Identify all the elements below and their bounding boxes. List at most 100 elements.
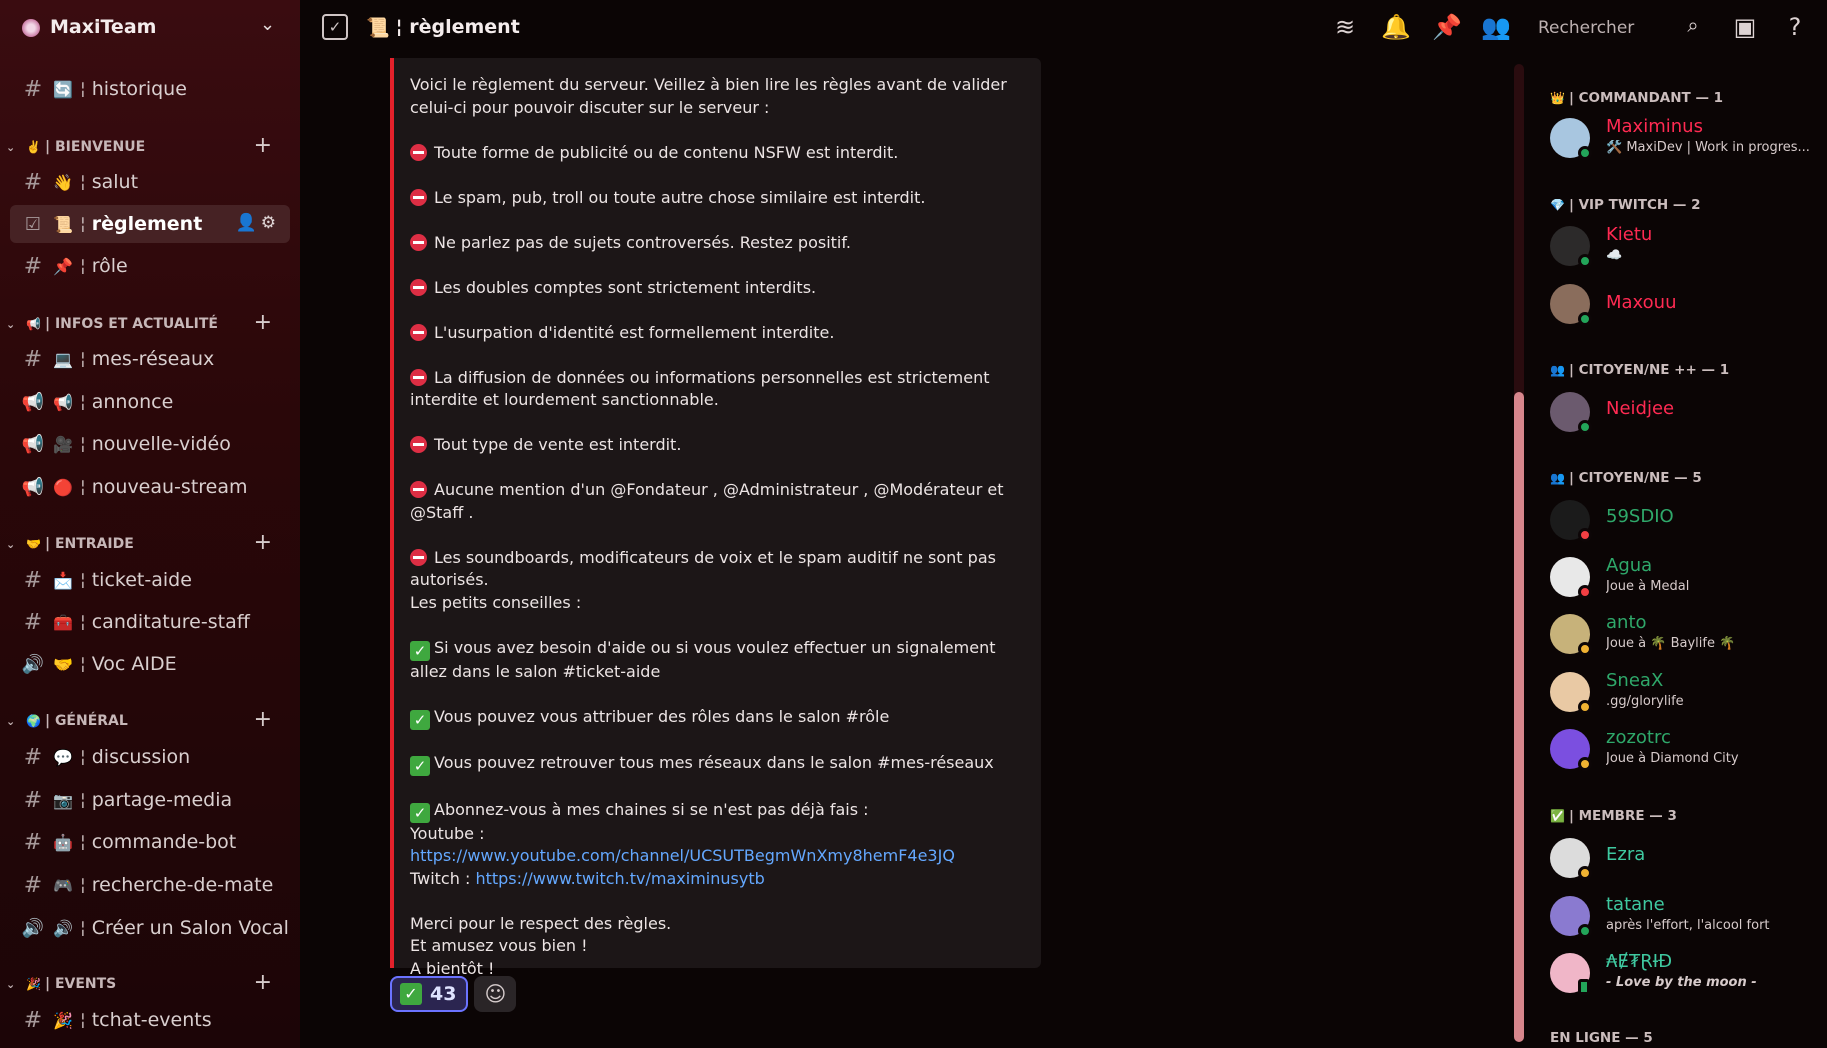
member-item[interactable]: zozotrc Joue à Diamond City <box>1550 725 1820 771</box>
chevron-down-icon: ⌄ <box>6 977 16 991</box>
member-item[interactable]: Neidjee <box>1550 388 1820 434</box>
channel-ticket-aide[interactable]: # 📩 ¦ ticket-aide <box>10 561 290 599</box>
threads-icon[interactable]: ≋ <box>1330 13 1360 41</box>
status-idle-icon <box>1578 757 1592 771</box>
add-channel-icon[interactable]: + <box>254 530 272 555</box>
reactions-bar: ✓ 43 ☺ <box>390 976 517 1012</box>
role-header: 👥 | CITOYEN/NE — 5 <box>1550 470 1702 486</box>
channel-nouveau-stream[interactable]: 📢 🔴 ¦ nouveau-stream <box>10 468 290 506</box>
channel-role[interactable]: # 📌 ¦ rôle <box>10 247 290 285</box>
megaphone-icon: 📢 <box>21 476 45 498</box>
rule-item: Aucune mention d'un @Fondateur , @Admini… <box>410 480 1004 522</box>
member-item[interactable]: Maximinus 🛠️ MaxiDev | Work in progres..… <box>1550 114 1820 160</box>
channel-tchat-events[interactable]: # 🎉 ¦ tchat-events <box>10 1001 290 1039</box>
channel-recherche-de-mate[interactable]: # 🎮 ¦ recherche-de-mate <box>10 866 290 904</box>
category-entraide[interactable]: ⌄ 🤝 | ENTRAIDE + <box>6 530 290 556</box>
channel-reglement[interactable]: ☑ 📜 ¦ règlement 👤⚙ <box>10 205 290 243</box>
chevron-down-icon: ⌄ <box>6 714 16 728</box>
channel-partage-media[interactable]: # 📷 ¦ partage-media <box>10 781 290 819</box>
rule-item: L'usurpation d'identité est formellement… <box>410 322 1030 345</box>
category-infos[interactable]: ⌄ 📢 | INFOS ET ACTUALITÉ + <box>6 310 290 336</box>
check-icon: ✓ <box>410 802 430 823</box>
message-outro: Merci pour le respect des règles. Et amu… <box>410 913 672 978</box>
status-online-icon <box>1578 254 1592 268</box>
megaphone-icon: 📢 <box>21 433 45 455</box>
search-icon[interactable]: ⌕ <box>1678 13 1708 37</box>
category-bienvenue[interactable]: ⌄ ✌️ | BIENVENUE + <box>6 133 290 159</box>
twitch-link[interactable]: https://www.twitch.tv/maximinusytb <box>475 869 764 888</box>
chevron-down-icon: ⌄ <box>6 140 16 154</box>
channel-historique[interactable]: # 🔄 ¦ historique <box>10 70 290 108</box>
member-list: 👑 | COMMANDANT — 1 Maximinus 🛠️ MaxiDev |… <box>1538 56 1827 1048</box>
channel-mes-reseaux[interactable]: # 💻 ¦ mes-réseaux <box>10 340 290 378</box>
add-reaction-button[interactable]: ☺ <box>474 976 517 1012</box>
rule-item: Tout type de vente est interdit. <box>410 434 1030 457</box>
member-item[interactable]: 59SDIO <box>1550 496 1820 542</box>
check-icon: ✓ <box>400 983 422 1005</box>
channel-voc-aide[interactable]: 🔊 🤝 ¦ Voc AIDE <box>10 645 290 683</box>
server-header[interactable]: MaxiTeam ⌄ <box>0 0 300 56</box>
channel-commande-bot[interactable]: # 🤖 ¦ commande-bot <box>10 823 290 861</box>
chevron-down-icon: ⌄ <box>6 317 16 331</box>
member-list-icon[interactable]: 👥 <box>1481 13 1511 41</box>
channel-salut[interactable]: # 👋 ¦ salut <box>10 163 290 201</box>
rule-item: Le spam, pub, troll ou toute autre chose… <box>410 187 1030 210</box>
hash-icon: # <box>23 787 43 813</box>
channel-label: historique <box>91 78 187 100</box>
tip-item: ✓ Si vous avez besoin d'aide ou si vous v… <box>410 637 996 681</box>
chevron-down-icon[interactable]: ⌄ <box>260 14 275 35</box>
check-reaction[interactable]: ✓ 43 <box>390 976 469 1012</box>
pin-icon[interactable]: 📌 <box>1432 13 1462 41</box>
member-item[interactable]: Agua Joue à Medal <box>1550 553 1820 599</box>
add-channel-icon[interactable]: + <box>254 133 272 158</box>
message-intro: Voici le règlement du serveur. Veillez à… <box>410 75 1007 117</box>
channel-sidebar: MaxiTeam ⌄ # 🔄 ¦ historique ⌄ ✌️ | BIENV… <box>0 0 300 1048</box>
channel-discussion[interactable]: # 💬 ¦ discussion <box>10 738 290 776</box>
rule-item: Les doubles comptes sont strictement int… <box>410 277 1030 300</box>
channel-canditature-staff[interactable]: # 🧰 ¦ canditature-staff <box>10 603 290 641</box>
server-name: MaxiTeam <box>50 16 157 38</box>
status-idle-icon <box>1578 700 1592 714</box>
hash-icon: # <box>23 744 43 770</box>
server-icon <box>22 19 40 37</box>
rule-item: Les soundboards, modificateurs de voix e… <box>410 547 996 589</box>
member-item[interactable]: SneaX .gg/glorylife <box>1550 668 1820 714</box>
member-item[interactable]: Maxouu <box>1550 280 1820 326</box>
channel-creer-salon-vocal[interactable]: 🔊 🔊 ¦ Créer un Salon Vocal <box>10 909 290 947</box>
member-item[interactable]: Kietu ☁️ <box>1550 222 1820 268</box>
member-item[interactable]: tatane après l'effort, l'alcool fort <box>1550 892 1820 938</box>
channel-settings-icons[interactable]: 👤⚙ <box>236 213 280 233</box>
rules-message: Voici le règlement du serveur. Veillez à… <box>390 58 1041 978</box>
member-item[interactable]: anto Joue à 🌴 Baylife 🌴 <box>1550 610 1820 656</box>
category-events[interactable]: ⌄ 🎉 | EVENTS + <box>6 970 290 996</box>
no-entry-icon <box>410 278 427 296</box>
channel-nouvelle-video[interactable]: 📢 🎥 ¦ nouvelle-vidéo <box>10 425 290 463</box>
search-input[interactable]: Rechercher <box>1538 18 1634 38</box>
status-dnd-icon <box>1578 585 1592 599</box>
bell-icon[interactable]: 🔔 <box>1381 13 1411 41</box>
help-icon[interactable]: ? <box>1780 13 1810 41</box>
add-channel-icon[interactable]: + <box>254 310 272 335</box>
add-channel-icon[interactable]: + <box>254 970 272 995</box>
hash-icon: # <box>23 253 43 279</box>
channel-header: ✓ 📜 ¦ règlement ≋ 🔔 📌 👥 Rechercher ⌕ ▣ ? <box>300 0 1827 56</box>
category-general[interactable]: ⌄ 🌍 | GÉNÉRAL + <box>6 707 290 733</box>
tip-item: ✓ Vous pouvez vous attribuer des rôles da… <box>410 706 1030 730</box>
tip-item: ✓ Vous pouvez retrouver tous mes réseaux … <box>410 752 1030 776</box>
check-icon: ✓ <box>410 756 430 776</box>
channel-annonce[interactable]: 📢 📢 ¦ annonce <box>10 383 290 421</box>
no-entry-icon <box>410 481 427 498</box>
youtube-link[interactable]: https://www.youtube.com/channel/UCSUTBeg… <box>410 846 955 865</box>
megaphone-icon: 📢 <box>21 391 45 413</box>
category-label: | EVENTS <box>44 976 117 992</box>
member-item[interactable]: ₳Ɇ₮ⱤƗĐ - Love by the moon - <box>1550 949 1820 995</box>
check-icon: ✓ <box>410 640 430 661</box>
check-icon: ✓ <box>410 709 430 730</box>
member-item[interactable]: Ezra <box>1550 834 1820 880</box>
status-mobile-icon <box>1578 979 1590 995</box>
rule-item: Ne parlez pas de sujets controversés. Re… <box>410 232 1030 255</box>
member-scrollbar-thumb[interactable] <box>1514 392 1524 1042</box>
add-channel-icon[interactable]: + <box>254 707 272 732</box>
channel-title: ¦ règlement <box>395 16 520 38</box>
inbox-icon[interactable]: ▣ <box>1730 13 1760 41</box>
